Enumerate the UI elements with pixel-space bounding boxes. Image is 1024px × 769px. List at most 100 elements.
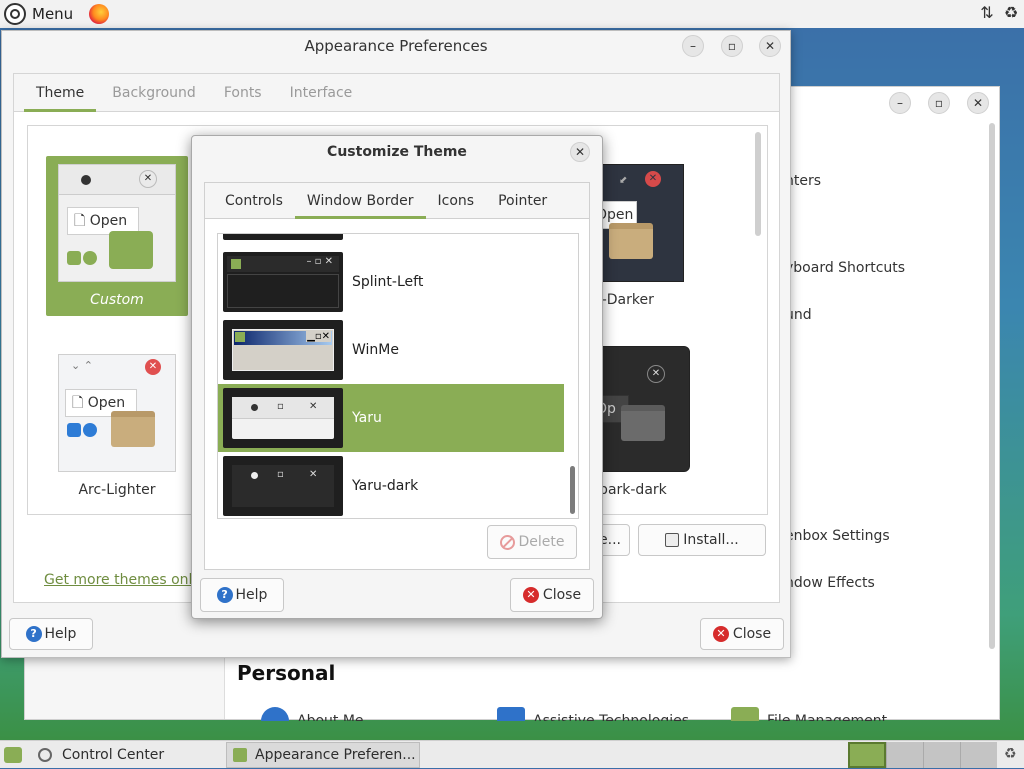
tab-controls[interactable]: Controls bbox=[213, 183, 295, 219]
theme-preview: ⌄ ⌃ ✕ 🗋 Open bbox=[58, 354, 176, 472]
border-thumbnail: ▁▫✕ bbox=[223, 320, 343, 380]
workspace-1[interactable] bbox=[848, 742, 886, 768]
cc-item-file-management[interactable]: File Management bbox=[731, 707, 887, 721]
cc-maximize-button[interactable]: ▫ bbox=[928, 92, 950, 114]
taskbar-item-control-center[interactable]: Control Center bbox=[30, 741, 220, 769]
minimize-button[interactable]: – bbox=[682, 35, 704, 57]
list-item-winme[interactable]: ▁▫✕ WinMe bbox=[218, 316, 564, 384]
list-item[interactable] bbox=[218, 234, 564, 244]
preview-folder-icon bbox=[111, 411, 155, 447]
row-label: Yaru-dark bbox=[352, 478, 419, 494]
close-button[interactable]: ✕ Close bbox=[700, 618, 784, 650]
close-icon: ✕ bbox=[309, 469, 318, 480]
show-desktop-icon[interactable] bbox=[4, 747, 22, 763]
theme-card-arc-lighter[interactable]: ⌄ ⌃ ✕ 🗋 Open Arc-Lighter bbox=[46, 346, 188, 506]
list-item-splint-left[interactable]: – ▫ ✕ Splint-Left bbox=[218, 248, 564, 316]
preview-radio-icon bbox=[83, 423, 97, 437]
tab-background[interactable]: Background bbox=[100, 74, 208, 112]
preview-logo-icon bbox=[109, 231, 153, 269]
update-icon[interactable]: ♻ bbox=[1002, 4, 1020, 22]
preview-close-icon: ✕ bbox=[145, 359, 161, 375]
workspace-switcher[interactable] bbox=[848, 742, 998, 768]
network-icon[interactable]: ⇅ bbox=[978, 4, 996, 22]
delete-button[interactable]: Delete bbox=[487, 525, 577, 559]
cc-minimize-button[interactable]: – bbox=[889, 92, 911, 114]
get-more-themes-link[interactable]: Get more themes online bbox=[44, 572, 194, 588]
tab-theme[interactable]: Theme bbox=[24, 74, 97, 112]
theme-preview: ✕ Op bbox=[588, 346, 690, 472]
theme-card-custom[interactable]: ✕ 🗋 Open Custom bbox=[46, 156, 188, 316]
close-icon: ✕ bbox=[522, 587, 539, 603]
close-icon: ✕ bbox=[309, 401, 318, 412]
help-icon: ? bbox=[216, 587, 233, 603]
close-window-button[interactable]: ✕ bbox=[759, 35, 781, 57]
window-title: Appearance Preferences bbox=[304, 37, 488, 55]
preview-minimize-icon: ⬋ bbox=[619, 175, 628, 186]
cc-item-openbox-settings[interactable]: enbox Settings bbox=[785, 528, 890, 544]
maximize-button[interactable]: ▫ bbox=[721, 35, 743, 57]
preview-dot-icon bbox=[251, 404, 258, 411]
cc-item-keyboard-shortcuts[interactable]: yboard Shortcuts bbox=[785, 260, 905, 276]
list-scrollbar[interactable] bbox=[570, 466, 575, 514]
theme-label: Custom bbox=[90, 292, 144, 308]
theme-card-arc-darker[interactable]: ⬋ ✕ Open c-Darker bbox=[588, 156, 730, 316]
about-me-icon bbox=[261, 707, 289, 721]
window-border-list[interactable]: – ▫ ✕ Splint-Left ▁▫✕ WinMe ▫ ✕ Yaru ▫ ✕… bbox=[217, 233, 579, 519]
workspace-2[interactable] bbox=[886, 742, 923, 768]
theme-grid-scrollbar[interactable] bbox=[755, 132, 761, 236]
install-button[interactable]: Install... bbox=[638, 524, 766, 556]
install-icon bbox=[665, 533, 680, 547]
system-tray: ⇅ ♻ bbox=[978, 4, 1020, 22]
list-item-yaru[interactable]: ▫ ✕ Yaru bbox=[218, 384, 564, 452]
control-center-icon bbox=[38, 748, 52, 762]
cc-scrollbar[interactable] bbox=[989, 123, 995, 649]
preview-chevron-icon: ⌄ ⌃ bbox=[71, 359, 93, 372]
preview-close-icon: ✕ bbox=[645, 171, 661, 187]
window-controls-icon: ▁▫✕ bbox=[306, 331, 331, 342]
row-label: Splint-Left bbox=[352, 274, 424, 290]
workspace-4[interactable] bbox=[960, 742, 997, 768]
dialog-title: Customize Theme bbox=[327, 144, 467, 160]
taskbar-item-appearance[interactable]: Appearance Preferen... bbox=[226, 742, 420, 768]
help-button[interactable]: ? Help bbox=[9, 618, 93, 650]
menu-button[interactable]: Menu bbox=[0, 0, 77, 28]
firefox-icon[interactable] bbox=[89, 4, 110, 24]
help-icon: ? bbox=[25, 626, 42, 642]
row-label: WinMe bbox=[352, 342, 399, 358]
tab-pointer[interactable]: Pointer bbox=[486, 183, 559, 219]
tab-icons[interactable]: Icons bbox=[426, 183, 487, 219]
maximize-icon: ▫ bbox=[277, 401, 284, 412]
dialog-close-button[interactable]: ✕ bbox=[570, 142, 590, 162]
border-thumbnail: ▫ ✕ bbox=[223, 456, 343, 516]
maximize-icon: ▫ bbox=[277, 469, 284, 480]
trash-icon[interactable]: ♻ bbox=[1004, 746, 1017, 762]
dialog-close-button-bottom[interactable]: ✕ Close bbox=[510, 578, 594, 612]
dialog-help-button[interactable]: ? Help bbox=[200, 578, 284, 612]
cc-item-assistive-technologies[interactable]: Assistive Technologies bbox=[497, 707, 689, 721]
theme-label: -bark-dark bbox=[594, 482, 667, 498]
app-icon bbox=[235, 332, 245, 342]
customize-notebook: Controls Window Border Icons Pointer – ▫… bbox=[204, 182, 590, 570]
preview-folder-icon bbox=[609, 223, 653, 259]
tab-fonts[interactable]: Fonts bbox=[212, 74, 274, 112]
cc-item-window-effects[interactable]: ndow Effects bbox=[785, 575, 875, 591]
preview-titlebar: ✕ bbox=[59, 165, 175, 195]
row-label: Yaru bbox=[352, 410, 382, 426]
workspace-3[interactable] bbox=[923, 742, 960, 768]
tab-interface[interactable]: Interface bbox=[278, 74, 365, 112]
accessibility-icon bbox=[497, 707, 525, 721]
preview-folder-icon bbox=[621, 405, 665, 441]
section-title-personal: Personal bbox=[237, 661, 336, 685]
customize-theme-dialog: Customize Theme ✕ Controls Window Border… bbox=[191, 135, 603, 619]
preview-dot-icon bbox=[81, 175, 91, 185]
border-thumbnail: ▫ ✕ bbox=[223, 388, 343, 448]
cc-close-button[interactable]: ✕ bbox=[967, 92, 989, 114]
theme-label: c-Darker bbox=[594, 292, 654, 308]
theme-preview: ✕ 🗋 Open bbox=[58, 164, 176, 282]
tab-window-border[interactable]: Window Border bbox=[294, 183, 426, 219]
border-thumbnail: – ▫ ✕ bbox=[223, 252, 343, 312]
list-item-yaru-dark[interactable]: ▫ ✕ Yaru-dark bbox=[218, 452, 564, 518]
theme-card-bark-dark[interactable]: ✕ Op -bark-dark bbox=[588, 346, 730, 506]
theme-label: Arc-Lighter bbox=[78, 482, 156, 498]
cc-item-about-me[interactable]: About Me bbox=[261, 707, 364, 721]
